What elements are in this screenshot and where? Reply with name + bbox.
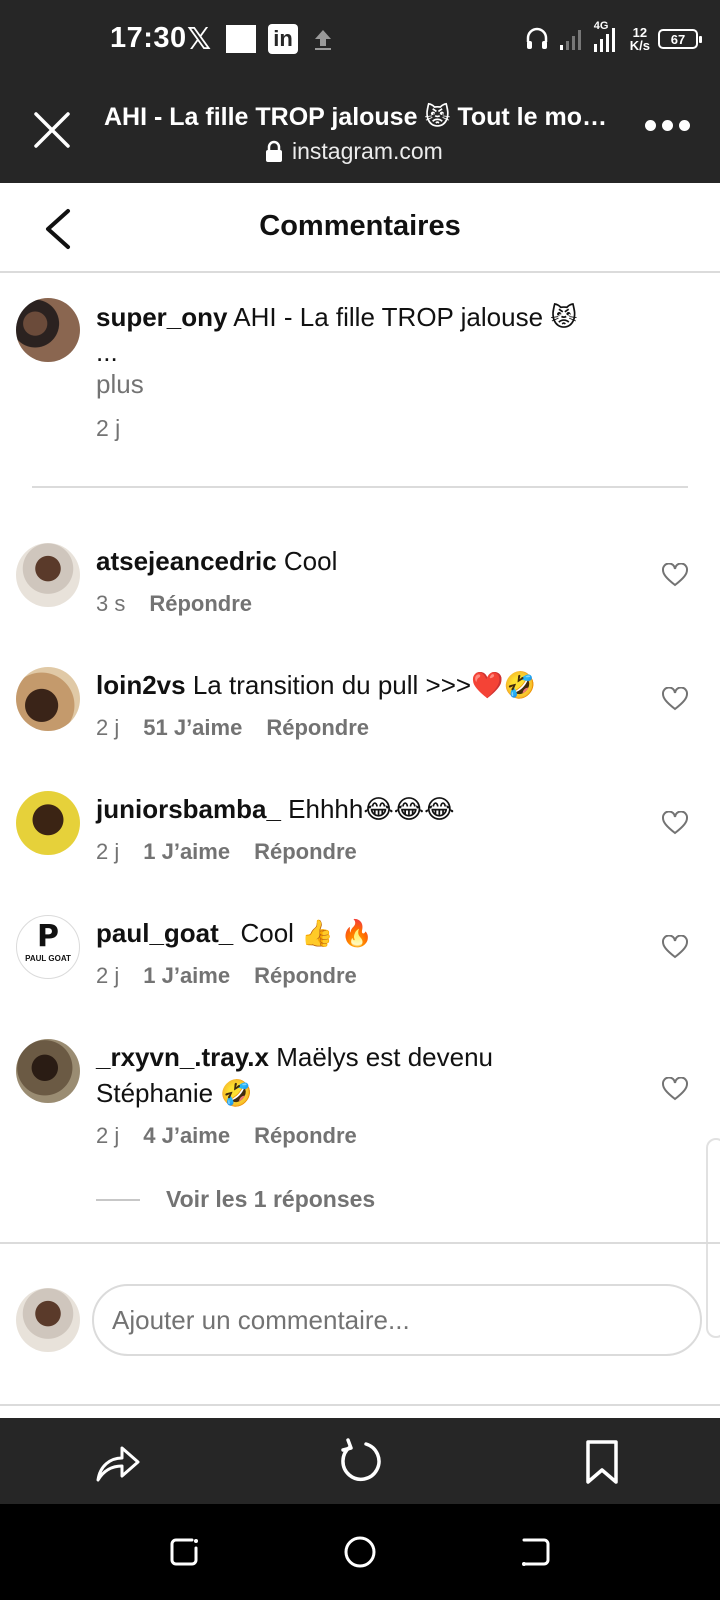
comment-text: juniorsbamba_ Ehhhh😂😂😂 (96, 794, 455, 824)
comment-time: 2 j (96, 1123, 120, 1148)
heart-icon[interactable] (662, 811, 688, 835)
back-nav-icon[interactable] (518, 1534, 554, 1570)
reply-button[interactable]: Répondre (266, 715, 369, 741)
system-nav-bar (0, 1504, 720, 1600)
comment-time: 2 j (96, 963, 120, 988)
browser-toolbar (0, 1418, 720, 1504)
status-bar: 17:30 𝕏 in 4G 12 K/s 67 (0, 0, 720, 80)
comment-item: loin2vs La transition du pull >>>❤️🤣 2 j… (0, 667, 720, 767)
comment-username[interactable]: loin2vs (96, 670, 186, 700)
notification-square-icon (226, 25, 256, 53)
comment-item: atsejeancedric Cool 3 s Répondre (0, 543, 720, 643)
signal-weak-icon (559, 30, 581, 50)
divider (0, 1404, 720, 1406)
avatar[interactable]: P PAUL GOAT (16, 915, 80, 979)
comment-username[interactable]: juniorsbamba_ (96, 794, 281, 824)
divider (32, 486, 688, 488)
recent-apps-icon[interactable] (166, 1534, 202, 1570)
caption-text: super_ony AHI - La fille TROP jalouse 😾 (96, 299, 600, 335)
network-speed: 12 K/s (629, 25, 650, 53)
comment-meta: 3 s Répondre (96, 591, 252, 617)
reload-icon[interactable] (336, 1438, 384, 1486)
comments-header: Commentaires (0, 183, 720, 273)
view-replies-label: Voir les 1 réponses (166, 1186, 376, 1212)
top-chrome: 17:30 𝕏 in 4G 12 K/s 67 AHI - La fille T… (0, 0, 720, 183)
avatar-logo-text: PAUL GOAT (25, 954, 71, 963)
comment-text: atsejeancedric Cool (96, 546, 338, 576)
heart-icon[interactable] (662, 935, 688, 959)
signal-4g-icon: 4G (592, 20, 622, 54)
view-replies-link[interactable]: Voir les 1 réponses (96, 1186, 375, 1213)
comment-meta: 2 j 51 J’aime Répondre (96, 715, 369, 741)
comment-meta: 2 j 4 J’aime Répondre (96, 1123, 357, 1149)
caption-time: 2 j (96, 415, 121, 441)
likes-count[interactable]: 4 J’aime (143, 1123, 230, 1149)
avatar[interactable] (16, 667, 80, 731)
comment-input[interactable] (92, 1284, 702, 1356)
heart-icon[interactable] (662, 687, 688, 711)
comment-username[interactable]: paul_goat_ (96, 918, 233, 948)
status-time: 17:30 (110, 22, 187, 54)
reply-button[interactable]: Répondre (149, 591, 252, 617)
reply-button[interactable]: Répondre (254, 963, 357, 989)
likes-count[interactable]: 1 J’aime (143, 839, 230, 865)
x-app-icon: 𝕏 (187, 23, 212, 56)
battery-icon: 67 (658, 29, 702, 49)
comment-item: _rxyvn_.tray.x Maëlys est devenu Stéphan… (0, 1039, 720, 1169)
status-right: 4G 12 K/s 67 (524, 20, 702, 56)
share-icon[interactable] (94, 1438, 142, 1486)
comment-meta: 2 j 1 J’aime Répondre (96, 963, 357, 989)
avatar[interactable] (16, 298, 80, 362)
url-text: instagram.com (292, 138, 443, 164)
close-icon[interactable] (30, 108, 74, 152)
reply-button[interactable]: Répondre (254, 1123, 357, 1149)
comment-item: juniorsbamba_ Ehhhh😂😂😂 2 j 1 J’aime Répo… (0, 791, 720, 891)
more-options-icon[interactable] (645, 120, 690, 131)
url-display: instagram.com (264, 138, 443, 165)
bookmark-icon[interactable] (578, 1438, 626, 1486)
caption-username[interactable]: super_ony (96, 302, 228, 332)
comment-username[interactable]: atsejeancedric (96, 546, 277, 576)
browser-bar: AHI - La fille TROP jalouse 😾 Tout le mo… (0, 80, 720, 183)
comment-meta: 2 j 1 J’aime Répondre (96, 839, 357, 865)
linkedin-icon: in (268, 24, 298, 54)
comment-text: paul_goat_ Cool 👍 🔥 (96, 918, 374, 948)
avatar[interactable] (16, 543, 80, 607)
comment-time: 3 s (96, 591, 126, 616)
likes-count[interactable]: 51 J’aime (143, 715, 242, 741)
comment-text: _rxyvn_.tray.x Maëlys est devenu Stéphan… (96, 1042, 494, 1108)
page-title: AHI - La fille TROP jalouse 😾 Tout le mo… (104, 103, 614, 131)
reply-button[interactable]: Répondre (254, 839, 357, 865)
more-link[interactable]: plus (96, 369, 144, 400)
comment-item: P PAUL GOAT paul_goat_ Cool 👍 🔥 2 j 1 J’… (0, 915, 720, 1015)
avatar (16, 1288, 80, 1352)
comment-time: 2 j (96, 715, 120, 740)
heart-icon[interactable] (662, 563, 688, 587)
upload-icon (315, 30, 331, 50)
avatar[interactable] (16, 1039, 80, 1103)
avatar[interactable] (16, 791, 80, 855)
comment-composer (0, 1244, 720, 1404)
headphones-icon (526, 27, 548, 49)
home-icon[interactable] (342, 1534, 378, 1570)
post-caption: super_ony AHI - La fille TROP jalouse 😾 … (0, 273, 720, 487)
likes-count[interactable]: 1 J’aime (143, 963, 230, 989)
comment-text: loin2vs La transition du pull >>>❤️🤣 (96, 670, 536, 700)
replies-line (96, 1198, 140, 1201)
comment-username[interactable]: _rxyvn_.tray.x (96, 1042, 269, 1072)
caption-ellipsis: ... (96, 337, 118, 367)
comment-time: 2 j (96, 839, 120, 864)
lock-icon (266, 140, 282, 162)
caption-body: AHI - La fille TROP jalouse 😾 (233, 302, 578, 332)
heart-icon[interactable] (662, 1077, 688, 1101)
header-title: Commentaires (259, 210, 461, 242)
